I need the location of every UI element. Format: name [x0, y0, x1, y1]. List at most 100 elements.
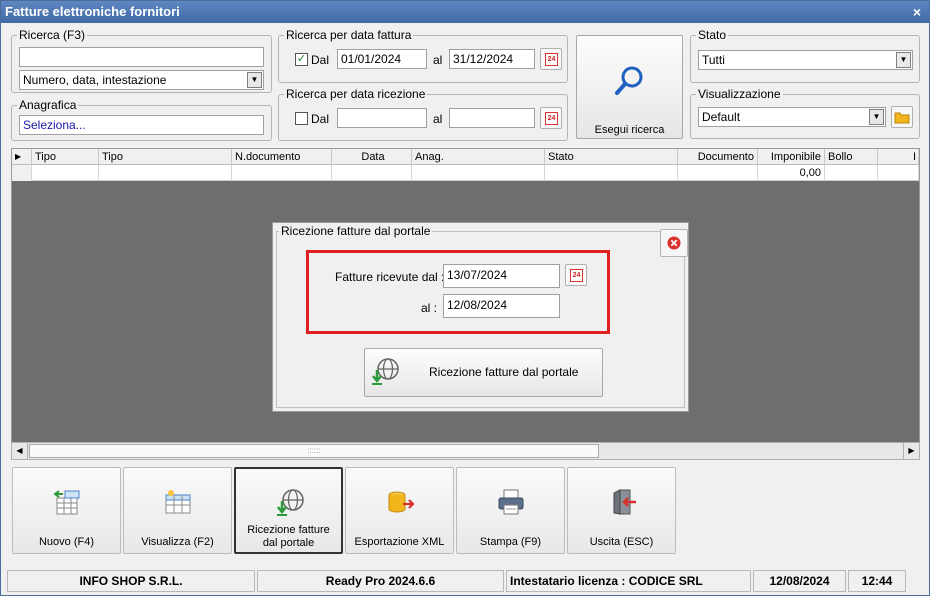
chevron-down-icon[interactable]: ▼ [247, 72, 262, 88]
visualizza-button[interactable]: Visualizza (F2) [123, 467, 232, 554]
stampa-label: Stampa (F9) [479, 536, 542, 548]
data-ricezione-al-label: al [433, 112, 443, 126]
calendar-button-dialog[interactable]: 24 [565, 264, 587, 286]
new-document-icon [53, 490, 80, 515]
ricerca-legend: Ricerca (F3) [17, 28, 88, 42]
ricezione-label: Ricezione fatture dal portale [247, 524, 330, 549]
data-fattura-from[interactable]: 01/01/2024 [337, 49, 427, 69]
col-header[interactable]: Stato [545, 149, 678, 165]
chevron-down-icon[interactable]: ▼ [869, 109, 884, 125]
esportazione-label: Esportazione XML [354, 536, 445, 548]
imponibile-cell: 0,00 [758, 165, 825, 181]
scroll-thumb[interactable]: :::::: [29, 444, 599, 458]
table-cell [545, 165, 678, 181]
ricezione-portal-button-label: Ricezione fatture dal portale [429, 365, 579, 379]
window-title: Fatture elettroniche fornitori [5, 4, 180, 19]
data-ricezione-from[interactable] [337, 108, 427, 128]
esportazione-button[interactable]: Esportazione XML [345, 467, 454, 554]
status-time: 12:44 [848, 570, 906, 592]
row-indicator: ▶ [12, 149, 32, 165]
stampa-button[interactable]: Stampa (F9) [456, 467, 565, 554]
ricezione-dialog: Ricezione fatture dal portale Fatture ri… [272, 222, 689, 412]
table-cell [32, 165, 99, 181]
visualizza-label: Visualizza (F2) [141, 536, 214, 548]
horizontal-scrollbar[interactable]: ◀ :::::: ▶ [11, 442, 920, 460]
close-icon [667, 236, 681, 250]
download-globe-icon [277, 489, 304, 516]
stato-select[interactable]: Tutti ▼ [698, 50, 913, 70]
dialog-title: Ricezione fatture dal portale [279, 224, 433, 238]
calendar-button-ricezione[interactable]: 24 [540, 107, 562, 129]
col-header[interactable]: I [878, 149, 919, 165]
calendar-icon: 24 [545, 53, 558, 66]
download-globe-icon [372, 358, 399, 385]
col-header[interactable]: Anag. [412, 149, 545, 165]
col-header[interactable]: Documento [678, 149, 758, 165]
status-date: 12/08/2024 [753, 570, 846, 592]
table-cell [332, 165, 412, 181]
search-icon [615, 66, 643, 95]
calendar-button-fattura[interactable]: 24 [540, 48, 562, 70]
stato-value: Tutti [702, 53, 725, 67]
table-header: ▶ Tipo Tipo N.documento Data Anag. Stato… [12, 149, 919, 165]
close-window-button[interactable]: × [913, 1, 921, 23]
data-fattura-to[interactable]: 31/12/2024 [449, 49, 535, 69]
search-input[interactable] [19, 47, 264, 67]
to-date-input[interactable]: 12/08/2024 [443, 294, 560, 318]
data-ricezione-dal-label: Dal [311, 112, 330, 126]
nuovo-button[interactable]: Nuovo (F4) [12, 467, 121, 554]
folder-icon [894, 112, 910, 124]
printer-icon [498, 489, 524, 515]
visualizzazione-legend: Visualizzazione [696, 87, 783, 101]
table-cell [12, 165, 32, 181]
col-header[interactable]: Data [332, 149, 412, 165]
status-company: INFO SHOP S.R.L. [7, 570, 255, 592]
uscita-label: Uscita (ESC) [589, 536, 654, 548]
table-cell [232, 165, 332, 181]
nuovo-label: Nuovo (F4) [38, 536, 95, 548]
ricezione-button[interactable]: Ricezione fatture dal portale [234, 467, 343, 554]
data-fattura-al-label: al [433, 53, 443, 67]
search-mode-value: Numero, data, intestazione [23, 73, 167, 87]
visualizzazione-value: Default [702, 110, 741, 124]
calendar-icon: 24 [570, 269, 583, 282]
anagrafica-field[interactable]: Seleziona... [19, 115, 264, 135]
table-cell [878, 165, 919, 181]
title-bar: Fatture elettroniche fornitori × [1, 1, 929, 23]
highlight-box [306, 250, 610, 334]
visualizzazione-select[interactable]: Default ▼ [698, 107, 886, 127]
main-window: Fatture elettroniche fornitori × Ricerca… [0, 0, 930, 596]
table-row[interactable]: 0,00 [12, 165, 919, 181]
anagrafica-legend: Anagrafica [17, 98, 79, 112]
data-ricezione-checkbox[interactable] [295, 112, 308, 125]
from-label: Fatture ricevute dal : [335, 270, 445, 284]
col-header[interactable]: N.documento [232, 149, 332, 165]
col-header[interactable]: Tipo [32, 149, 99, 165]
open-folder-button[interactable] [891, 106, 913, 128]
scroll-left-button[interactable]: ◀ [12, 443, 28, 459]
to-label: al : [421, 301, 438, 315]
data-fattura-checkbox[interactable]: ✓ [295, 53, 308, 66]
from-date-input[interactable]: 13/07/2024 [443, 264, 560, 288]
data-ricezione-to[interactable] [449, 108, 535, 128]
view-table-icon [165, 490, 191, 514]
uscita-button[interactable]: Uscita (ESC) [567, 467, 676, 554]
status-version: Ready Pro 2024.6.6 [257, 570, 504, 592]
ricezione-portal-button[interactable]: Ricezione fatture dal portale [364, 348, 603, 397]
search-button-label: Esegui ricerca [594, 124, 665, 136]
status-license: Intestatario licenza : CODICE SRL [506, 570, 751, 592]
table-cell [412, 165, 545, 181]
col-header[interactable]: Bollo [825, 149, 878, 165]
scroll-right-button[interactable]: ▶ [903, 443, 919, 459]
col-header[interactable]: Tipo [99, 149, 232, 165]
data-fattura-dal-label: Dal [311, 53, 330, 67]
chevron-down-icon[interactable]: ▼ [896, 52, 911, 68]
table-cell [99, 165, 232, 181]
dialog-close-button[interactable] [660, 229, 688, 257]
export-xml-icon [388, 491, 415, 513]
search-button[interactable]: Esegui ricerca [576, 35, 683, 139]
col-header[interactable]: Imponibile [758, 149, 825, 165]
table-cell [678, 165, 758, 181]
search-mode-select[interactable]: Numero, data, intestazione ▼ [19, 70, 264, 90]
data-ricezione-legend: Ricerca per data ricezione [284, 87, 428, 101]
